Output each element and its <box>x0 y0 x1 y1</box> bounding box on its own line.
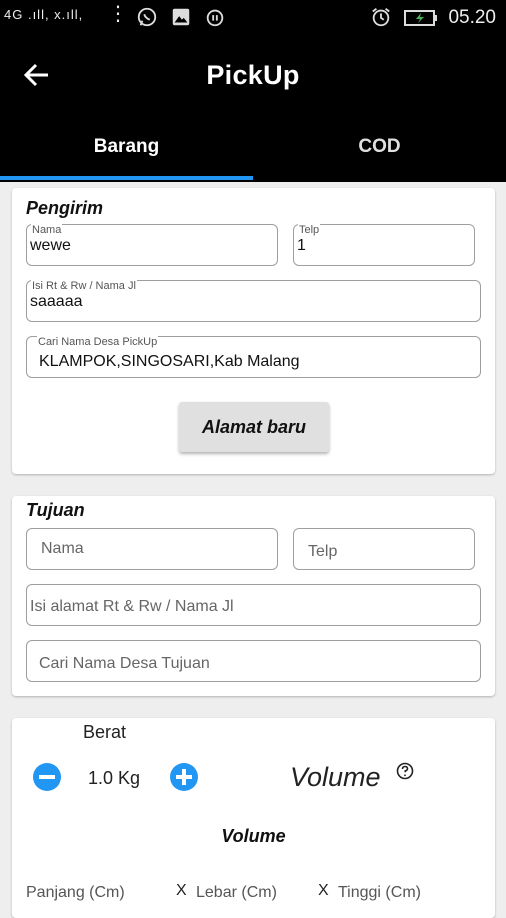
recipient-address-field[interactable]: Isi alamat Rt & Rw / Nama Jl <box>26 584 481 626</box>
sender-name-value: wewe <box>30 237 71 254</box>
signal-indicator: 4G .ıll, x.ıll, <box>4 7 84 22</box>
alarm-icon <box>206 9 224 27</box>
new-address-button[interactable]: Alamat baru <box>179 402 329 452</box>
app-bar: PickUp <box>0 36 506 122</box>
volume-section-title: Volume <box>221 826 286 846</box>
whatsapp-icon <box>137 7 157 27</box>
clock-time: 05.20 <box>448 7 496 28</box>
sender-address-value: saaaaa <box>30 293 83 310</box>
width-label: Lebar (Cm) <box>196 884 277 901</box>
pengirim-title: Pengirim <box>26 198 104 218</box>
recipient-name-field[interactable]: Nama <box>26 528 278 570</box>
sender-phone-field[interactable]: Telp 1 <box>293 224 475 266</box>
minus-circle-icon[interactable] <box>33 763 61 791</box>
sender-phone-value: 1 <box>297 237 306 254</box>
destination-village-placeholder: Cari Nama Desa Tujuan <box>39 655 210 672</box>
weight-value: 1.0 Kg <box>88 768 141 788</box>
length-label: Panjang (Cm) <box>26 884 125 901</box>
help-circle-icon[interactable] <box>396 762 414 780</box>
multiply-separator: X <box>176 882 187 899</box>
more-vert-icon: ⋮ <box>108 3 128 25</box>
sender-address-label: Isi Rt & Rw / Nama Jl <box>31 280 137 292</box>
battery-icon <box>404 10 437 26</box>
tujuan-title: Tujuan <box>26 500 85 520</box>
weight-label: Berat <box>83 722 127 742</box>
weight-volume-card: Berat 1.0 Kg Volume Volume Panjang (Cm) … <box>12 718 495 918</box>
destination-village-field[interactable]: Cari Nama Desa Tujuan <box>26 640 481 682</box>
page-title: PickUp <box>206 60 300 90</box>
pickup-village-field[interactable]: Cari Nama Desa PickUp KLAMPOK,SINGOSARI,… <box>26 336 481 378</box>
multiply-separator: X <box>318 882 329 899</box>
tab-indicator <box>0 176 253 180</box>
alarm-clock-icon <box>372 8 390 27</box>
tab-barang[interactable]: Barang <box>0 122 253 182</box>
sender-name-label: Nama <box>31 224 63 236</box>
recipient-address-placeholder: Isi alamat Rt & Rw / Nama Jl <box>30 598 234 615</box>
sender-address-field[interactable]: Isi Rt & Rw / Nama Jl saaaaa <box>26 280 481 322</box>
recipient-phone-field[interactable]: Telp <box>293 528 475 570</box>
tujuan-card: Tujuan Nama Telp Isi alamat Rt & Rw / Na… <box>12 496 495 696</box>
image-icon <box>172 8 190 26</box>
sender-name-field[interactable]: Nama wewe <box>26 224 278 266</box>
volume-heading: Volume <box>290 762 381 792</box>
height-label: Tinggi (Cm) <box>338 884 421 901</box>
tab-bar: Barang COD <box>0 122 506 182</box>
pickup-village-value: KLAMPOK,SINGOSARI,Kab Malang <box>39 353 300 370</box>
recipient-name-placeholder: Nama <box>41 540 84 557</box>
pickup-village-label: Cari Nama Desa PickUp <box>37 336 159 348</box>
status-bar: 4G .ıll, x.ıll, ⋮ 05.20 <box>0 0 506 36</box>
sender-phone-label: Telp <box>298 224 321 236</box>
pengirim-card: Pengirim Nama wewe Telp 1 Isi Rt & Rw / … <box>12 188 495 474</box>
plus-circle-icon[interactable] <box>170 763 198 791</box>
tab-cod[interactable]: COD <box>253 122 506 182</box>
recipient-phone-placeholder: Telp <box>308 543 338 560</box>
